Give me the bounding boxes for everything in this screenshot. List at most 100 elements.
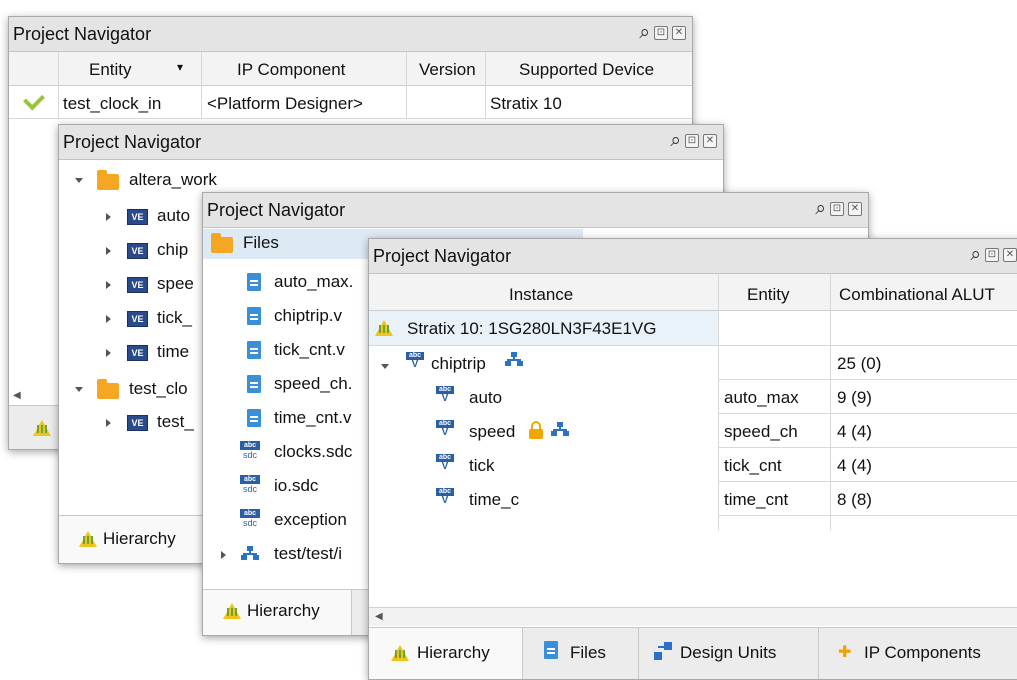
ve-icon: VE [127,415,148,431]
collapse-arrow-icon[interactable] [106,419,111,427]
column-header-instance[interactable]: Instance [509,285,573,305]
cell-entity[interactable]: time_cnt [724,490,788,510]
folder-label[interactable]: altera_work [129,170,217,190]
search-icon[interactable]: ⌕ [639,23,650,43]
verilog-entity-icon: abc V [435,420,455,438]
tab-hierarchy[interactable]: Hierarchy [203,590,352,635]
tab-design-units[interactable]: Design Units [638,628,819,679]
close-icon[interactable]: ✕ [848,202,862,216]
hierarchy-icon [391,645,409,661]
device-warning-icon [375,320,393,336]
cell-aluts[interactable]: 8 (8) [837,490,872,510]
window-title: Project Navigator [207,200,346,220]
search-icon[interactable]: ⌕ [970,245,981,265]
close-icon[interactable]: ✕ [703,134,717,148]
instance-name[interactable]: auto [469,388,502,408]
instance-name[interactable]: chiptrip [431,354,486,374]
file-icon [247,375,261,393]
collapse-arrow-icon[interactable] [106,281,111,289]
tree-item[interactable]: test_ [157,412,194,432]
search-icon[interactable]: ⌕ [815,199,826,219]
titlebar-controls: ⌕ ⊡ ✕ [670,131,717,151]
hierarchy-node-icon [241,546,259,560]
tree-item[interactable]: auto [157,206,190,226]
cell-aluts[interactable]: 9 (9) [837,388,872,408]
restore-icon[interactable]: ⊡ [985,248,999,262]
column-header-entity[interactable]: Entity [89,60,132,80]
file-item[interactable]: exception [274,510,347,530]
column-header-entity[interactable]: Entity [747,285,790,305]
titlebar-controls: ⌕ ⊡ ✕ [639,23,686,43]
cell-aluts[interactable]: 4 (4) [837,422,872,442]
cell-aluts[interactable]: 4 (4) [837,456,872,476]
column-header-ip-component[interactable]: IP Component [237,60,345,80]
sdc-file-icon: abc sdc [240,509,260,531]
folder-label[interactable]: Files [243,233,279,253]
scroll-left-arrow[interactable]: ◀ [13,390,21,401]
restore-icon[interactable]: ⊡ [830,202,844,216]
tree-item[interactable]: spee [157,274,194,294]
tab-hierarchy[interactable]: Hierarchy [369,628,523,679]
collapse-arrow-icon[interactable] [106,349,111,357]
tree-item[interactable]: test/test/i [274,544,342,564]
instance-name[interactable]: speed [469,422,515,442]
cell-entity[interactable]: tick_cnt [724,456,782,476]
collapse-arrow-icon[interactable] [106,247,111,255]
divider [718,379,1017,380]
divider [718,481,1017,482]
lock-icon [529,421,543,439]
cell-entity[interactable]: test_clock_in [63,94,161,114]
tab-ip-components[interactable]: ✚ IP Components [818,628,1017,679]
file-item[interactable]: tick_cnt.v [274,340,345,360]
divider [718,515,1017,516]
expand-arrow-icon[interactable] [75,387,83,392]
instance-name[interactable]: tick [469,456,495,476]
cell-ip-component[interactable]: <Platform Designer> [207,94,363,114]
file-item[interactable]: io.sdc [274,476,318,496]
collapse-arrow-icon[interactable] [106,315,111,323]
window-title: Project Navigator [63,132,202,152]
tab-files[interactable]: Files [522,628,639,679]
check-icon [23,88,45,111]
horizontal-scrollbar[interactable]: ◀ [369,607,1017,626]
column-header-combinational-aluts[interactable]: Combinational ALUT [839,285,995,305]
folder-icon [97,379,119,399]
file-item[interactable]: time_cnt.v [274,408,351,428]
sort-chevron-down-icon[interactable]: ▾ [177,60,183,74]
cell-entity[interactable]: speed_ch [724,422,798,442]
divider [485,52,486,118]
close-icon[interactable]: ✕ [1003,248,1017,262]
file-item[interactable]: speed_ch. [274,374,352,394]
file-item[interactable]: auto_max. [274,272,353,292]
tab-label: Files [570,643,606,662]
cell-aluts[interactable]: 25 (0) [837,354,881,374]
search-icon[interactable]: ⌕ [670,131,681,151]
device-label[interactable]: Stratix 10: 1SG280LN3F43E1VG [407,319,656,339]
tab-hierarchy[interactable]: Hierarchy [59,516,208,563]
cell-supported-device[interactable]: Stratix 10 [490,94,562,114]
restore-icon[interactable]: ⊡ [654,26,668,40]
tree-item[interactable]: chip [157,240,188,260]
file-icon [247,409,261,427]
column-header-version[interactable]: Version [419,60,476,80]
tree-item[interactable]: tick_ [157,308,192,328]
scroll-left-arrow[interactable]: ◀ [375,611,383,622]
instance-name[interactable]: time_c [469,490,519,510]
verilog-entity-icon: abc V [435,454,455,472]
hierarchy-icon [223,603,241,619]
expand-arrow-icon[interactable] [75,178,83,183]
restore-icon[interactable]: ⊡ [685,134,699,148]
tree-item[interactable]: time [157,342,189,362]
sdc-file-icon: abc sdc [240,475,260,497]
column-header-supported-device[interactable]: Supported Device [519,60,654,80]
cell-entity[interactable]: auto_max [724,388,799,408]
hierarchy-icon[interactable] [33,420,51,436]
collapse-arrow-icon[interactable] [106,213,111,221]
close-icon[interactable]: ✕ [672,26,686,40]
folder-label[interactable]: test_clo [129,379,188,399]
file-item[interactable]: clocks.sdc [274,442,352,462]
collapse-arrow-icon[interactable] [221,551,226,559]
file-item[interactable]: chiptrip.v [274,306,342,326]
ve-icon: VE [127,243,148,259]
expand-arrow-icon[interactable] [381,364,389,369]
